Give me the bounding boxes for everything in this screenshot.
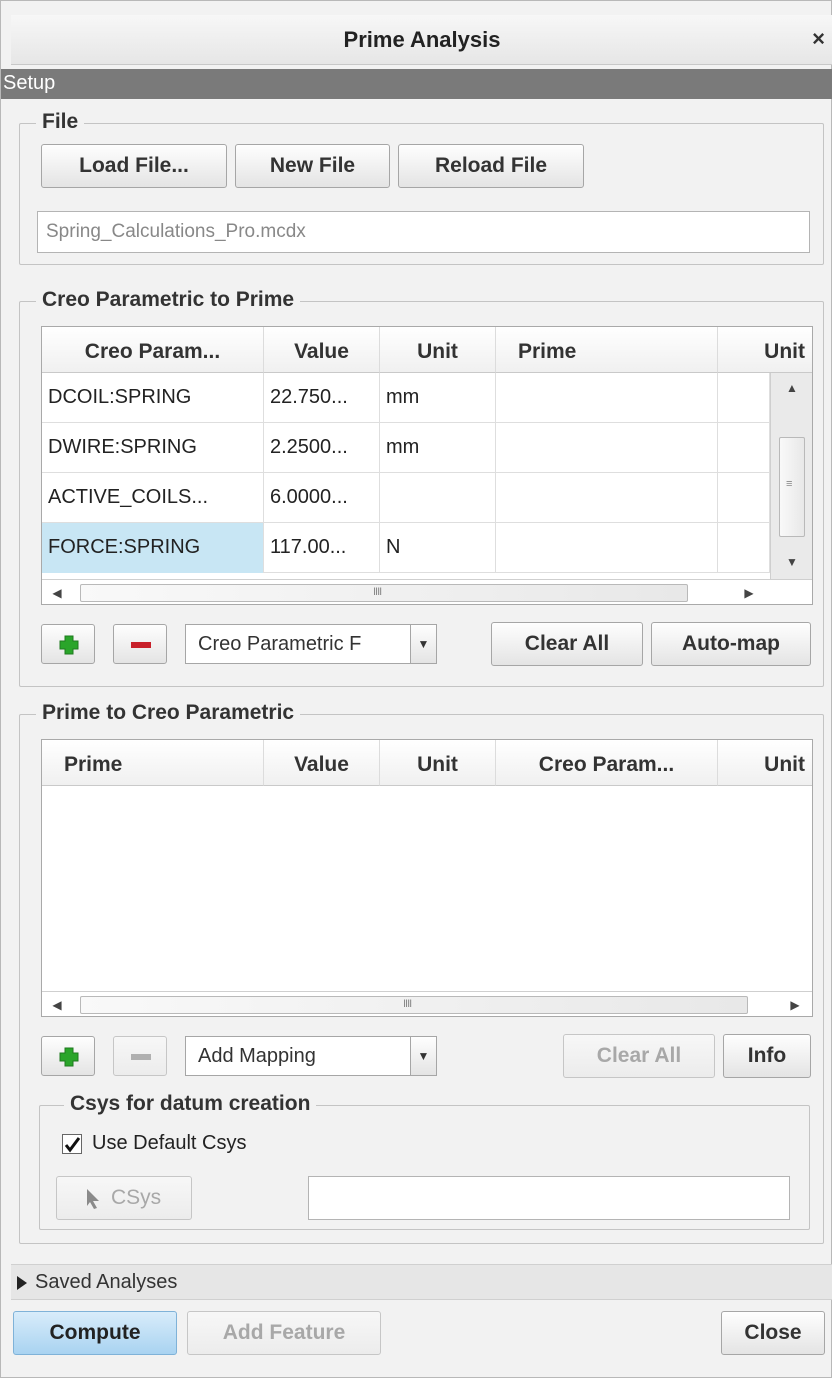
param-cell[interactable]: ACTIVE_COILS... bbox=[42, 473, 264, 523]
checkmark-icon bbox=[64, 1137, 81, 1153]
param-cell[interactable]: DWIRE:SPRING bbox=[42, 423, 264, 473]
prime-to-creo-table[interactable]: Prime Value Unit Creo Param... Unit ◀ II… bbox=[41, 739, 813, 1017]
table-row[interactable]: FORCE:SPRING 117.00... N bbox=[42, 523, 770, 573]
add-feature-button[interactable]: Add Feature bbox=[187, 1311, 381, 1355]
column-header[interactable]: Creo Param... bbox=[496, 740, 718, 786]
creo-to-prime-group: Creo Parametric to Prime Creo Param... V… bbox=[19, 288, 824, 687]
reload-file-button[interactable]: Reload File bbox=[398, 144, 584, 188]
expand-arrow-icon[interactable] bbox=[15, 1275, 29, 1291]
column-header[interactable]: Unit bbox=[380, 740, 496, 786]
csys-select-button[interactable]: CSys bbox=[56, 1176, 192, 1220]
chevron-down-icon[interactable]: ▼ bbox=[410, 1037, 436, 1075]
plus-icon bbox=[59, 635, 79, 655]
prime-cell[interactable] bbox=[496, 523, 718, 573]
scroll-thumb[interactable]: IIII bbox=[80, 996, 748, 1014]
horizontal-scrollbar[interactable]: ◀ IIII ▶ bbox=[42, 991, 812, 1016]
parameter-type-dropdown[interactable]: Creo Parametric F ▼ bbox=[185, 624, 437, 664]
saved-analyses-label: Saved Analyses bbox=[35, 1271, 178, 1293]
use-default-csys-label: Use Default Csys bbox=[92, 1132, 247, 1154]
add-mapping-button[interactable] bbox=[41, 1036, 95, 1076]
file-group: File Load File... New File Reload File S… bbox=[19, 110, 824, 265]
remove-mapping-button[interactable] bbox=[113, 1036, 167, 1076]
column-header[interactable]: Unit bbox=[380, 327, 496, 373]
filename-field[interactable]: Spring_Calculations_Pro.mcdx bbox=[37, 211, 810, 253]
column-header[interactable]: Prime bbox=[496, 327, 718, 373]
scroll-thumb[interactable]: ≡ bbox=[779, 437, 805, 537]
info-button[interactable]: Info bbox=[723, 1034, 811, 1078]
prime-to-creo-group: Prime to Creo Parametric Prime Value Uni… bbox=[19, 701, 824, 1244]
remove-mapping-button[interactable] bbox=[113, 624, 167, 664]
unit-cell[interactable]: mm bbox=[380, 423, 496, 473]
dropdown-value: Creo Parametric F bbox=[198, 633, 362, 655]
csys-button-label: CSys bbox=[111, 1186, 162, 1209]
clear-all-button[interactable]: Clear All bbox=[491, 622, 643, 666]
unit-cell[interactable] bbox=[380, 473, 496, 523]
csys-group: Csys for datum creation Use Default Csys… bbox=[39, 1092, 810, 1230]
param-cell[interactable]: DCOIL:SPRING bbox=[42, 373, 264, 423]
load-file-button[interactable]: Load File... bbox=[41, 144, 227, 188]
prime-unit-cell[interactable] bbox=[718, 423, 770, 473]
prime-unit-cell[interactable] bbox=[718, 523, 770, 573]
csys-group-title: Csys for datum creation bbox=[64, 1092, 317, 1116]
prime-analysis-dialog: Prime Analysis × Setup File Load File...… bbox=[0, 0, 832, 1378]
use-default-csys-checkbox[interactable] bbox=[62, 1134, 82, 1154]
add-mapping-dropdown[interactable]: Add Mapping ▼ bbox=[185, 1036, 437, 1076]
auto-map-button[interactable]: Auto-map bbox=[651, 622, 811, 666]
close-icon[interactable]: × bbox=[812, 26, 825, 52]
value-cell[interactable]: 22.750... bbox=[264, 373, 380, 423]
chevron-down-icon[interactable]: ▼ bbox=[410, 625, 436, 663]
grip-icon: IIII bbox=[373, 586, 382, 598]
add-mapping-button[interactable] bbox=[41, 624, 95, 664]
creo-to-prime-title: Creo Parametric to Prime bbox=[36, 288, 301, 312]
param-cell-selected[interactable]: FORCE:SPRING bbox=[42, 523, 264, 573]
prime-cell[interactable] bbox=[496, 423, 718, 473]
column-header[interactable]: Unit bbox=[718, 327, 812, 373]
scroll-up-icon[interactable]: ▲ bbox=[779, 375, 805, 401]
scroll-right-icon[interactable]: ▶ bbox=[736, 580, 762, 604]
column-header[interactable]: Creo Param... bbox=[42, 327, 264, 373]
horizontal-scrollbar[interactable]: ◀ IIII ▶ bbox=[42, 579, 812, 604]
prime-cell[interactable] bbox=[496, 373, 718, 423]
value-cell[interactable]: 117.00... bbox=[264, 523, 380, 573]
scroll-down-icon[interactable]: ▼ bbox=[779, 549, 805, 575]
new-file-button[interactable]: New File bbox=[235, 144, 390, 188]
value-cell[interactable]: 2.2500... bbox=[264, 423, 380, 473]
column-header[interactable]: Prime bbox=[42, 740, 264, 786]
prime-unit-cell[interactable] bbox=[718, 373, 770, 423]
scroll-thumb[interactable]: IIII bbox=[80, 584, 688, 602]
column-header[interactable]: Value bbox=[264, 327, 380, 373]
csys-reference-field[interactable] bbox=[308, 1176, 790, 1220]
close-button[interactable]: Close bbox=[721, 1311, 825, 1355]
plus-icon bbox=[59, 1047, 79, 1067]
minus-icon bbox=[131, 642, 151, 648]
saved-analyses-header[interactable]: Saved Analyses bbox=[11, 1264, 832, 1300]
scroll-right-icon[interactable]: ▶ bbox=[782, 992, 808, 1016]
pointer-arrow-icon bbox=[87, 1189, 99, 1209]
column-header[interactable]: Unit bbox=[718, 740, 812, 786]
compute-button[interactable]: Compute bbox=[13, 1311, 177, 1355]
file-group-title: File bbox=[36, 110, 85, 134]
clear-all-button[interactable]: Clear All bbox=[563, 1034, 715, 1078]
prime-to-creo-title: Prime to Creo Parametric bbox=[36, 701, 301, 725]
table-row[interactable]: DCOIL:SPRING 22.750... mm bbox=[42, 373, 770, 423]
dialog-title: Prime Analysis bbox=[343, 27, 501, 52]
title-bar: Prime Analysis × bbox=[11, 15, 832, 65]
vertical-scrollbar[interactable]: ▲ ≡ ▼ bbox=[770, 373, 812, 579]
value-cell[interactable]: 6.0000... bbox=[264, 473, 380, 523]
creo-to-prime-table[interactable]: Creo Param... Value Unit Prime Unit DCOI… bbox=[41, 326, 813, 605]
unit-cell[interactable]: N bbox=[380, 523, 496, 573]
prime-unit-cell[interactable] bbox=[718, 473, 770, 523]
table-row[interactable]: DWIRE:SPRING 2.2500... mm bbox=[42, 423, 770, 473]
prime-cell[interactable] bbox=[496, 473, 718, 523]
scroll-left-icon[interactable]: ◀ bbox=[44, 580, 70, 604]
column-header[interactable]: Value bbox=[264, 740, 380, 786]
dropdown-value: Add Mapping bbox=[198, 1045, 316, 1067]
grip-icon: IIII bbox=[403, 998, 412, 1010]
setup-section-header: Setup bbox=[1, 69, 832, 99]
minus-icon bbox=[131, 1054, 151, 1060]
scroll-left-icon[interactable]: ◀ bbox=[44, 992, 70, 1016]
grip-icon: ≡ bbox=[786, 478, 793, 490]
table-row[interactable]: ACTIVE_COILS... 6.0000... bbox=[42, 473, 770, 523]
unit-cell[interactable]: mm bbox=[380, 373, 496, 423]
